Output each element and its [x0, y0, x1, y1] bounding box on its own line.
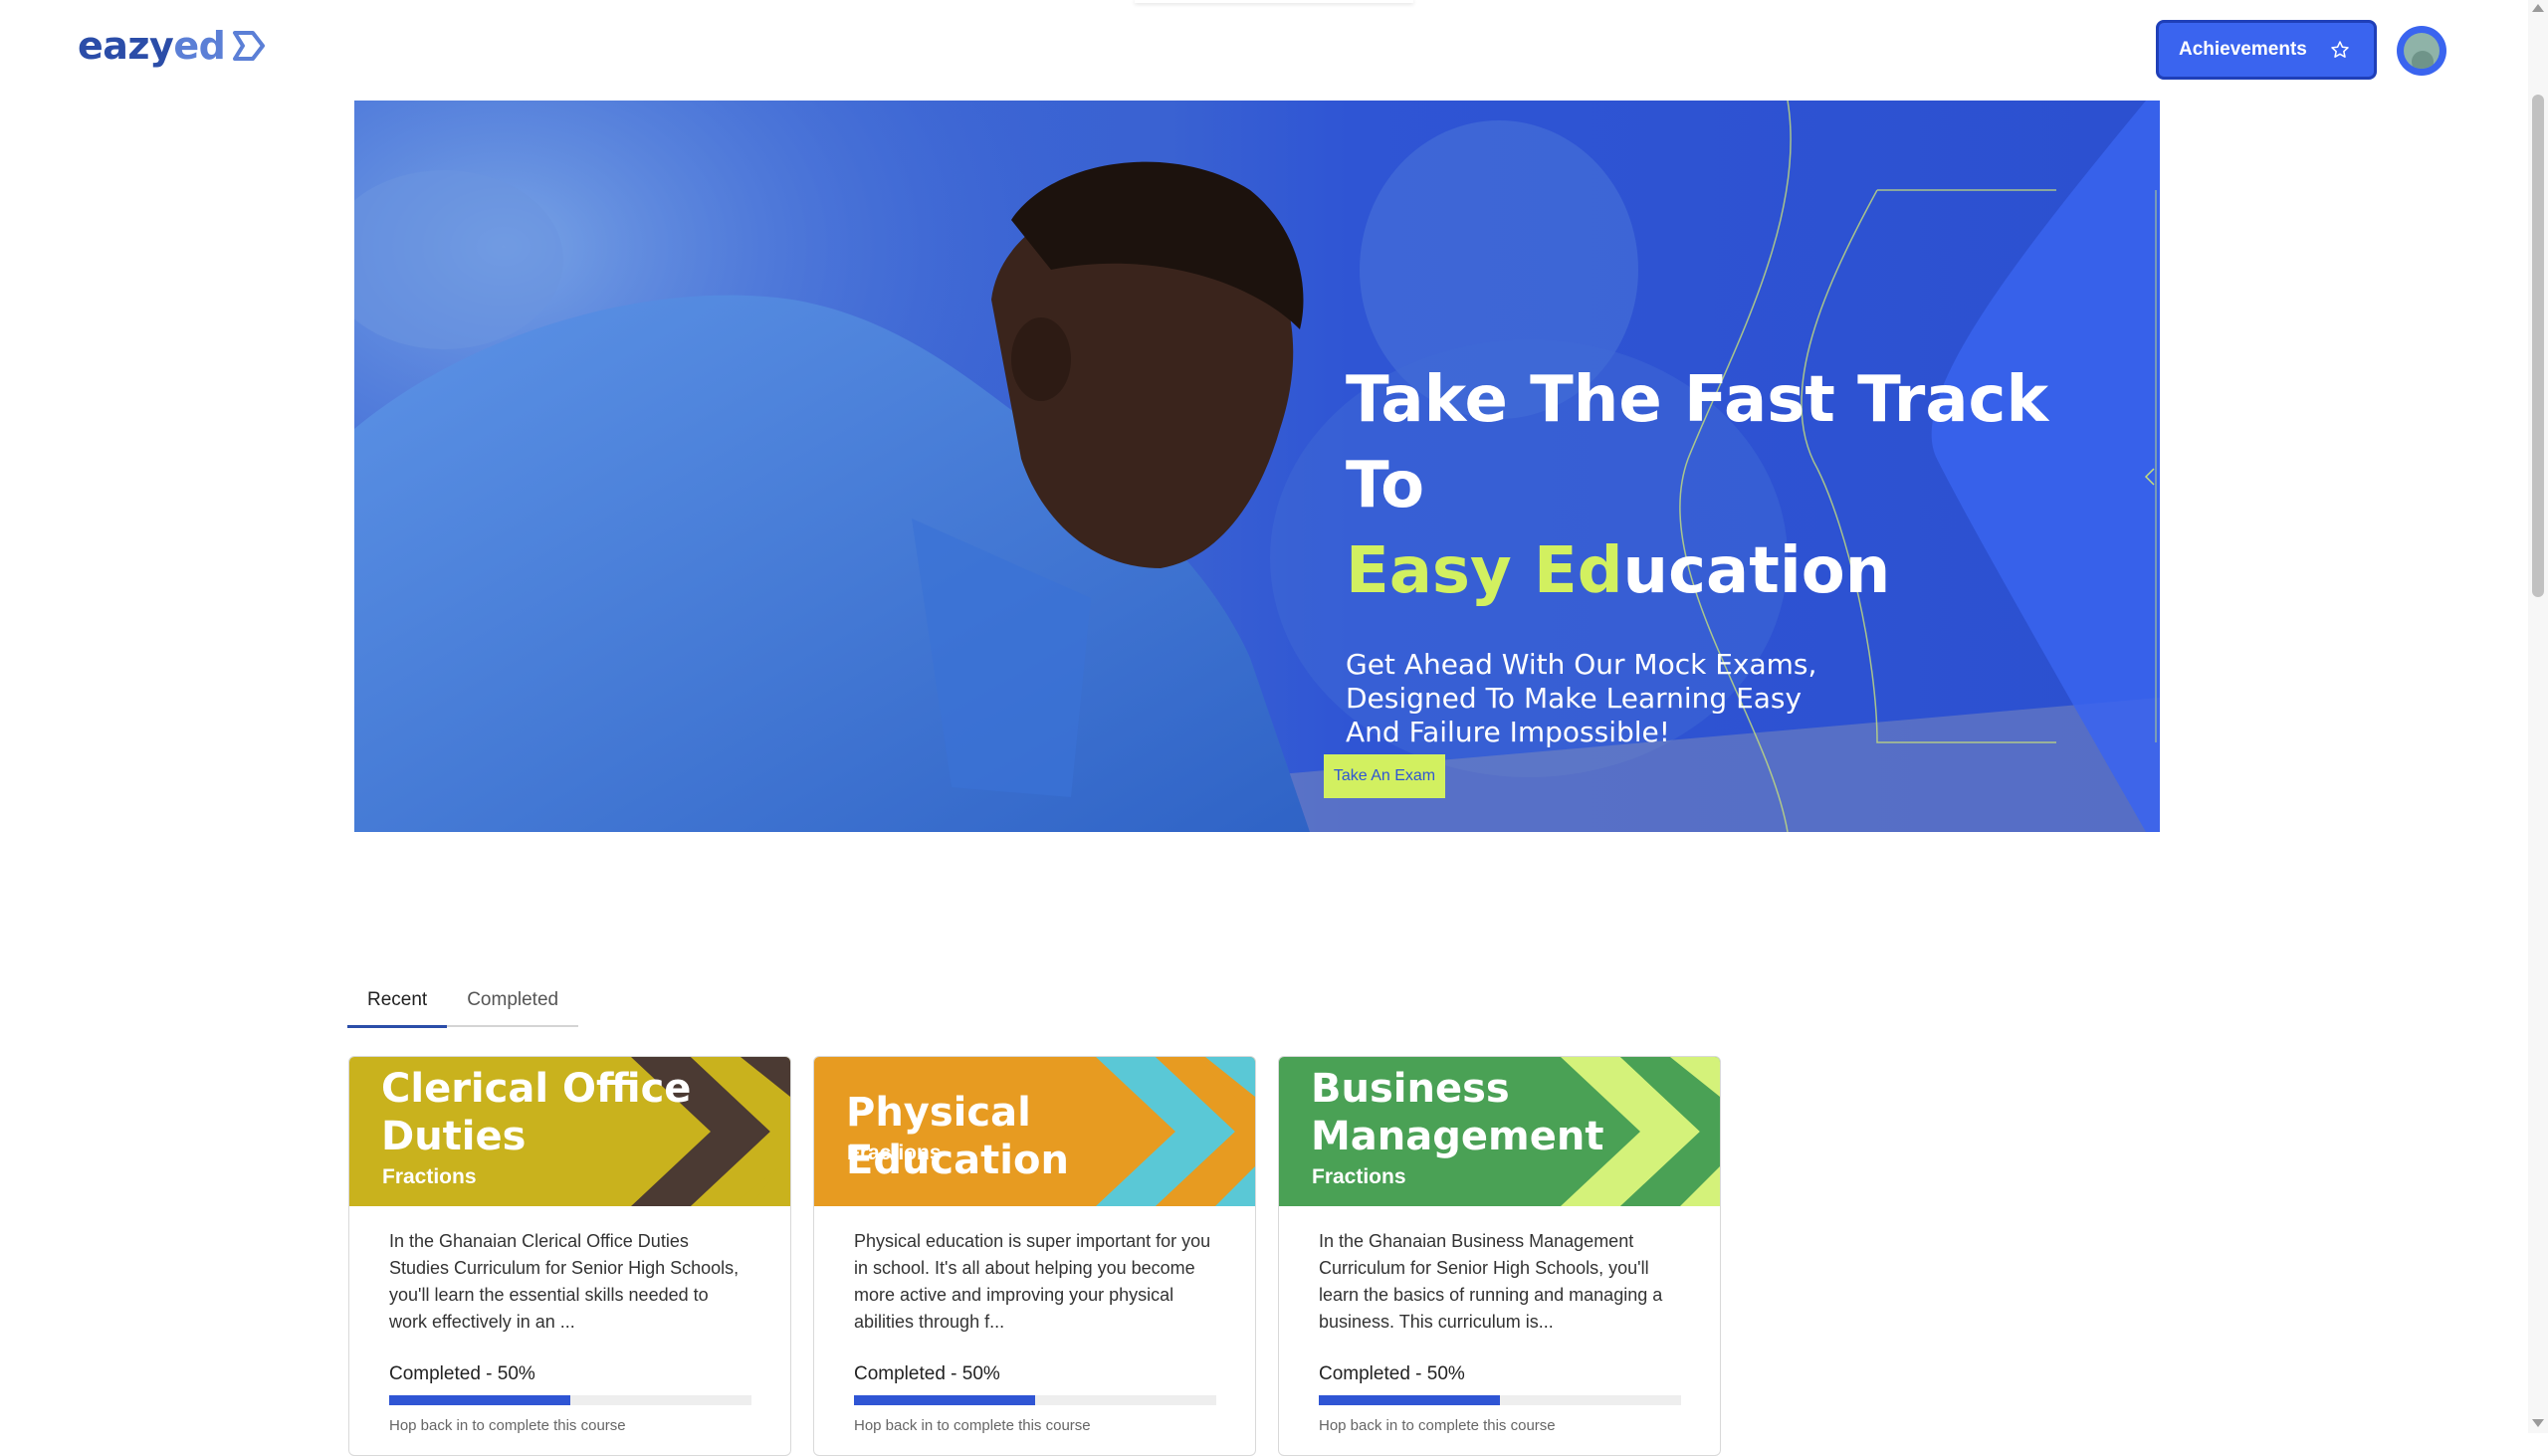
hero-title-line1: Take The Fast Track To: [1346, 363, 2049, 522]
logo-text-ed: ed: [173, 24, 226, 68]
progress-label: Completed - 50%: [854, 1363, 1000, 1384]
course-footer: Hop back in to complete this course: [389, 1417, 626, 1434]
progress-bar-fill: [854, 1395, 1035, 1405]
hero-title-accent: Easy Ed: [1346, 534, 1623, 608]
course-card-header: Business Management Fractions: [1279, 1057, 1720, 1206]
progress-bar-fill: [389, 1395, 570, 1405]
course-description: In the Ghanaian Business Management Curr…: [1319, 1231, 1663, 1332]
progress-bar-fill: [1319, 1395, 1500, 1405]
hero-subtitle: Get Ahead With Our Mock Exams, Designed …: [1346, 648, 1817, 748]
scroll-down-arrow-icon[interactable]: [2532, 1419, 2544, 1427]
course-card-body: In the Ghanaian Clerical Office Duties S…: [349, 1206, 790, 1434]
avatar-image: [2404, 33, 2440, 69]
tab-completed[interactable]: Completed: [447, 975, 579, 1027]
course-description: In the Ghanaian Clerical Office Duties S…: [389, 1231, 740, 1332]
course-title: Clerical Office Duties: [381, 1066, 692, 1159]
course-card-header: Clerical Office Duties Fractions: [349, 1057, 790, 1206]
course-footer: Hop back in to complete this course: [854, 1417, 1091, 1434]
hero-banner: Take The Fast Track To Easy Education Ge…: [354, 101, 2160, 832]
course-card-physical-education[interactable]: Physical Education Fractions Physical ed…: [813, 1056, 1256, 1456]
avatar[interactable]: [2397, 26, 2446, 76]
logo-text-eazy: eazy: [78, 24, 174, 68]
course-card-body: Physical education is super important fo…: [814, 1206, 1255, 1434]
progress-bar: [1319, 1395, 1681, 1405]
achievements-button[interactable]: Achievements: [2156, 20, 2377, 80]
progress-bar: [389, 1395, 751, 1405]
progress-bar: [854, 1395, 1216, 1405]
tab-recent[interactable]: Recent: [347, 975, 448, 1028]
progress-label: Completed - 50%: [1319, 1363, 1465, 1384]
take-exam-button[interactable]: Take An Exam: [1324, 754, 1445, 798]
course-subtitle: Fractions: [1312, 1165, 1406, 1188]
course-cards: Clerical Office Duties Fractions In the …: [348, 1056, 1721, 1456]
scroll-up-arrow-icon[interactable]: [2532, 4, 2544, 12]
achievements-label: Achievements: [2179, 39, 2307, 60]
course-footer: Hop back in to complete this course: [1319, 1417, 1556, 1434]
scrollbar-thumb[interactable]: [2532, 95, 2544, 597]
course-subtitle: Fractions: [847, 1142, 942, 1164]
course-tabs: Recent Completed: [347, 975, 579, 1028]
course-subtitle: Fractions: [382, 1165, 477, 1188]
page-scrollbar[interactable]: [2528, 0, 2548, 1433]
progress-label: Completed - 50%: [389, 1363, 535, 1384]
header: eazy ed Achievements: [0, 0, 2528, 100]
course-description: Physical education is super important fo…: [854, 1231, 1211, 1332]
hero-title: Take The Fast Track To Easy Education: [1346, 357, 2142, 614]
course-card-body: In the Ghanaian Business Management Curr…: [1279, 1206, 1720, 1434]
hero-title-rest: ucation: [1622, 534, 1891, 608]
star-icon: [2331, 41, 2349, 58]
course-title: Business Management: [1311, 1066, 1604, 1159]
course-title: Physical Education: [846, 1090, 1069, 1183]
top-shadow: [1135, 0, 1413, 3]
hero-text: Take The Fast Track To Easy Education Ge…: [1346, 357, 2142, 749]
logo-arrow-icon: [233, 31, 266, 61]
eazyed-logo[interactable]: eazy ed: [78, 18, 267, 74]
course-card-business-management[interactable]: Business Management Fractions In the Gha…: [1278, 1056, 1721, 1456]
course-card-header: Physical Education Fractions: [814, 1057, 1255, 1206]
course-card-clerical[interactable]: Clerical Office Duties Fractions In the …: [348, 1056, 791, 1456]
